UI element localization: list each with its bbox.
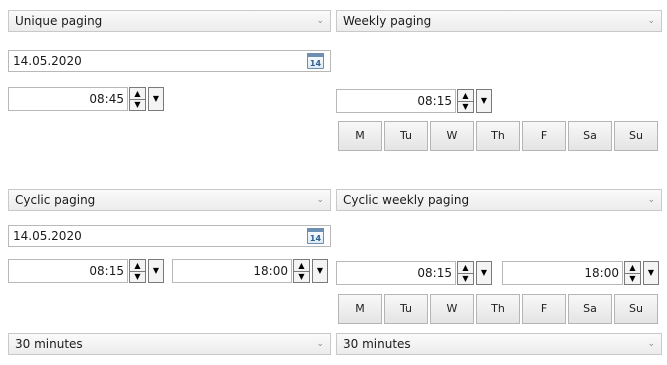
cyclic-weekly-day-sunday[interactable]: Su [614, 294, 658, 324]
spin-down-icon[interactable]: ▼ [130, 99, 145, 110]
cyclic-weekly-time-to-value: 18:00 [584, 266, 619, 280]
unique-paging-select-value: Unique paging [15, 14, 103, 28]
chevron-down-icon: ⌄ [316, 339, 324, 349]
cyclic-weekly-interval-value: 30 minutes [343, 337, 411, 351]
unique-time-spinner[interactable]: ▲ ▼ [129, 87, 146, 111]
cyclic-time-from-spinner[interactable]: ▲ ▼ [129, 259, 146, 283]
weekly-day-sunday[interactable]: Su [614, 121, 658, 151]
calendar-day-number: 14 [309, 234, 322, 243]
unique-date-value: 14.05.2020 [13, 54, 82, 68]
cyclic-interval-select[interactable]: 30 minutes ⌄ [8, 333, 331, 355]
weekly-time-field[interactable]: 08:15 [336, 89, 456, 113]
weekly-time-spinner[interactable]: ▲ ▼ [457, 89, 474, 113]
weekly-day-wednesday[interactable]: W [430, 121, 474, 151]
cyclic-weekly-time-to-dropdown-button[interactable]: ▼ [643, 261, 659, 285]
cyclic-interval-value: 30 minutes [15, 337, 83, 351]
unique-date-field[interactable]: 14.05.2020 14 [8, 50, 331, 72]
cyclic-paging-select-value: Cyclic paging [15, 193, 96, 207]
weekly-time-value: 08:15 [417, 94, 452, 108]
spin-down-icon[interactable]: ▼ [625, 273, 640, 284]
chevron-down-icon: ⌄ [647, 16, 655, 26]
cyclic-time-to-value: 18:00 [253, 264, 288, 278]
calendar-icon[interactable]: 14 [307, 228, 324, 244]
calendar-icon[interactable]: 14 [307, 53, 324, 69]
cyclic-date-field[interactable]: 14.05.2020 14 [8, 225, 331, 247]
cyclic-weekly-day-thursday[interactable]: Th [476, 294, 520, 324]
weekly-day-monday[interactable]: M [338, 121, 382, 151]
spin-down-icon[interactable]: ▼ [294, 271, 309, 282]
weekly-time-dropdown-button[interactable]: ▼ [476, 89, 492, 113]
cyclic-weekly-time-from-dropdown-button[interactable]: ▼ [476, 261, 492, 285]
cyclic-weekly-time-from-field[interactable]: 08:15 [336, 261, 456, 285]
weekly-day-saturday[interactable]: Sa [568, 121, 612, 151]
cyclic-weekly-time-to-field[interactable]: 18:00 [502, 261, 623, 285]
cyclic-weekly-paging-select-value: Cyclic weekly paging [343, 193, 470, 207]
weekly-day-tuesday[interactable]: Tu [384, 121, 428, 151]
calendar-day-number: 14 [309, 59, 322, 68]
chevron-down-icon: ⌄ [647, 195, 655, 205]
cyclic-time-from-field[interactable]: 08:15 [8, 259, 128, 283]
unique-time-value: 08:45 [89, 92, 124, 106]
cyclic-time-from-value: 08:15 [89, 264, 124, 278]
cyclic-weekly-paging-select[interactable]: Cyclic weekly paging ⌄ [336, 189, 662, 211]
cyclic-time-to-spinner[interactable]: ▲ ▼ [293, 259, 310, 283]
chevron-down-icon: ⌄ [316, 195, 324, 205]
chevron-down-icon: ⌄ [647, 339, 655, 349]
cyclic-weekly-interval-select[interactable]: 30 minutes ⌄ [336, 333, 662, 355]
cyclic-date-value: 14.05.2020 [13, 229, 82, 243]
unique-paging-select[interactable]: Unique paging ⌄ [8, 10, 331, 32]
spin-down-icon[interactable]: ▼ [130, 271, 145, 282]
weekly-day-friday[interactable]: F [522, 121, 566, 151]
cyclic-weekly-time-from-spinner[interactable]: ▲ ▼ [457, 261, 474, 285]
weekly-day-thursday[interactable]: Th [476, 121, 520, 151]
spin-down-icon[interactable]: ▼ [458, 273, 473, 284]
cyclic-paging-select[interactable]: Cyclic paging ⌄ [8, 189, 331, 211]
weekly-paging-select[interactable]: Weekly paging ⌄ [336, 10, 662, 32]
cyclic-weekly-day-friday[interactable]: F [522, 294, 566, 324]
cyclic-time-to-dropdown-button[interactable]: ▼ [312, 259, 328, 283]
cyclic-time-to-field[interactable]: 18:00 [172, 259, 292, 283]
cyclic-weekly-day-monday[interactable]: M [338, 294, 382, 324]
chevron-down-icon: ⌄ [316, 16, 324, 26]
weekly-paging-select-value: Weekly paging [343, 14, 432, 28]
cyclic-weekly-time-from-value: 08:15 [417, 266, 452, 280]
unique-time-dropdown-button[interactable]: ▼ [148, 87, 164, 111]
cyclic-weekly-day-tuesday[interactable]: Tu [384, 294, 428, 324]
cyclic-weekly-day-wednesday[interactable]: W [430, 294, 474, 324]
cyclic-time-from-dropdown-button[interactable]: ▼ [148, 259, 164, 283]
unique-time-field[interactable]: 08:45 [8, 87, 128, 111]
cyclic-weekly-time-to-spinner[interactable]: ▲ ▼ [624, 261, 641, 285]
spin-down-icon[interactable]: ▼ [458, 101, 473, 112]
cyclic-weekly-day-saturday[interactable]: Sa [568, 294, 612, 324]
